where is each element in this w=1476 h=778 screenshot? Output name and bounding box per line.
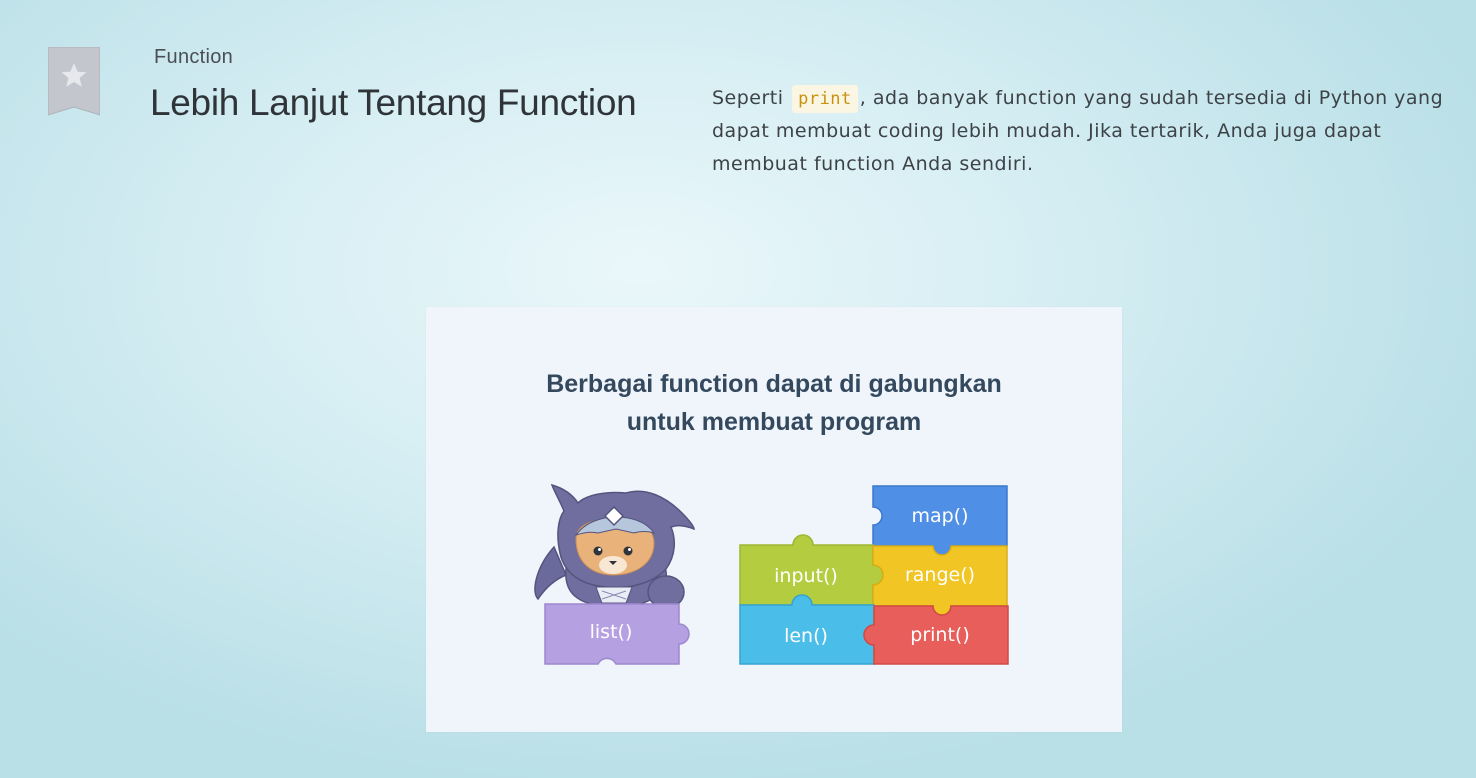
range-label: range()	[905, 564, 975, 586]
bookmark-button[interactable]	[48, 47, 100, 117]
input-label: input()	[774, 565, 838, 587]
print-label: print()	[910, 624, 969, 646]
len-label: len()	[784, 625, 828, 647]
list-label: list()	[590, 621, 633, 643]
map-label: map()	[911, 505, 968, 527]
lesson-category: Function	[154, 46, 234, 68]
illustration-card: Berbagai function dapat di gabungkan unt…	[426, 307, 1122, 732]
description-text-before: Seperti	[712, 87, 784, 109]
star-icon	[48, 47, 100, 116]
ninja-character	[534, 483, 695, 609]
puzzle-illustration: list() map() input() range() len() print…	[534, 483, 1009, 665]
lesson-description: Seperti print, ada banyak function yang …	[712, 82, 1462, 181]
inline-code: print	[792, 85, 858, 113]
page-title: Lebih Lanjut Tentang Function	[150, 82, 637, 123]
